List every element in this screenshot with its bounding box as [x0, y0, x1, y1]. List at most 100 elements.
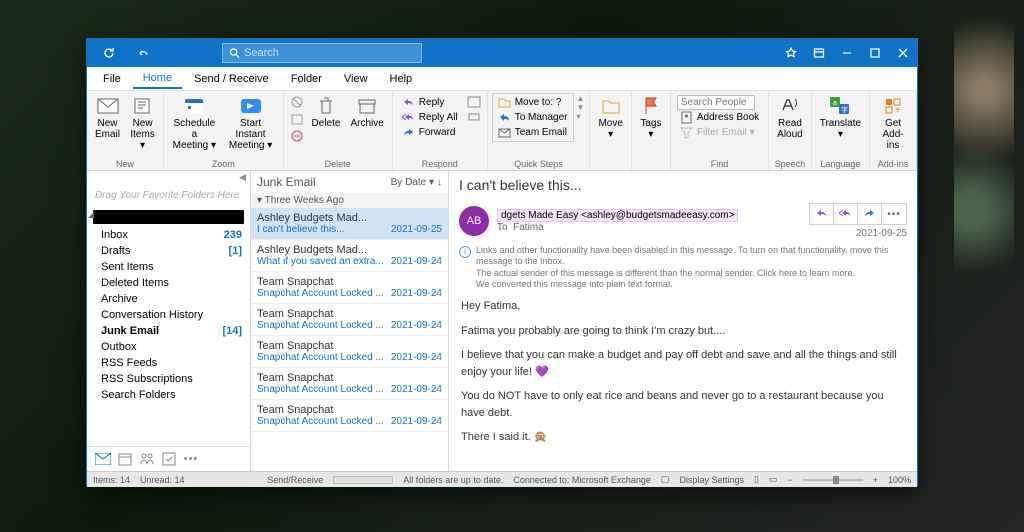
mail-view-icon[interactable]	[95, 451, 111, 467]
msglist-sort[interactable]: By Date ▾↓	[391, 177, 442, 188]
folder-item[interactable]: Search Folders	[87, 387, 250, 403]
reply-button[interactable]: Reply	[399, 95, 461, 110]
message-item[interactable]: Team SnapchatSnapchat Account Locked ...…	[251, 304, 448, 336]
svg-text:a: a	[833, 100, 837, 107]
message-item[interactable]: Team SnapchatSnapchat Account Locked ...…	[251, 272, 448, 304]
folder-item[interactable]: Drafts[1]	[87, 243, 250, 259]
msg-from: Ashley Budgets Mad...	[257, 244, 442, 256]
start-meeting-button[interactable]: Start Instant Meeting ▾	[223, 93, 279, 153]
folder-item[interactable]: RSS Subscriptions	[87, 371, 250, 387]
search-people-input[interactable]	[677, 95, 755, 110]
message-item[interactable]: Team SnapchatSnapchat Account Locked ...…	[251, 336, 448, 368]
translate-button[interactable]: a字Translate ▾	[816, 93, 865, 142]
new-items-button[interactable]: New Items ▾	[126, 93, 159, 153]
zoom-slider[interactable]	[803, 479, 863, 481]
info-text-1: Links and other functionality have been …	[476, 245, 907, 268]
status-display[interactable]: Display Settings	[679, 475, 744, 485]
display-settings-icon[interactable]: ▢	[661, 474, 670, 485]
quickstep-up-icon[interactable]: ▲	[577, 94, 585, 103]
view-normal-icon[interactable]: ▯	[754, 474, 759, 485]
archive-icon	[357, 97, 377, 115]
menu-send-receive[interactable]: Send / Receive	[184, 70, 279, 88]
zoom-in-icon[interactable]: +	[873, 475, 878, 485]
more-actions[interactable]: •••	[882, 204, 906, 224]
menu-folder[interactable]: Folder	[281, 70, 332, 88]
forward-action[interactable]	[858, 204, 882, 224]
reply-action[interactable]	[810, 204, 834, 224]
new-email-button[interactable]: New Email	[91, 93, 124, 142]
message-item[interactable]: Team SnapchatSnapchat Account Locked ...…	[251, 400, 448, 432]
titlebar-search[interactable]	[222, 43, 422, 63]
junk-icon[interactable]	[290, 129, 304, 143]
maximize-button[interactable]	[861, 39, 889, 67]
ribbon-group-tags: Tags ▾	[632, 91, 671, 170]
folder-item[interactable]: Conversation History	[87, 307, 250, 323]
folder-item[interactable]: Junk Email[14]	[87, 323, 250, 339]
quickstep-moveto[interactable]: Move to: ?	[495, 95, 571, 110]
folder-item[interactable]: Archive	[87, 291, 250, 307]
folder-label: Drafts	[101, 245, 130, 257]
more-views-icon[interactable]: •••	[183, 451, 199, 467]
message-item[interactable]: Team SnapchatSnapchat Account Locked ...…	[251, 368, 448, 400]
archive-button[interactable]: Archive	[346, 93, 387, 131]
zoom-out-icon[interactable]: −	[787, 475, 792, 485]
message-item[interactable]: Ashley Budgets Mad...What if you saved a…	[251, 240, 448, 272]
reply-all-action[interactable]	[834, 204, 858, 224]
msg-from: Ashley Budgets Mad...	[257, 212, 442, 224]
content-area: ◀ Drag Your Favorite Folders Here Inbox2…	[87, 171, 917, 471]
calendar-view-icon[interactable]	[117, 451, 133, 467]
msg-from: Team Snapchat	[257, 404, 442, 416]
menu-help[interactable]: Help	[380, 70, 423, 88]
folder-item[interactable]: Deleted Items	[87, 275, 250, 291]
address-book-button[interactable]: Address Book	[677, 110, 762, 125]
quickstep-tomanager[interactable]: To Manager	[495, 110, 571, 125]
msglist-group-header[interactable]: ▾ Three Weeks Ago	[251, 193, 448, 208]
tasks-view-icon[interactable]	[161, 451, 177, 467]
read-aloud-button[interactable]: Read Aloud	[773, 93, 807, 142]
favorites-hint: Drag Your Favorite Folders Here	[87, 184, 250, 207]
folder-item[interactable]: RSS Feeds	[87, 355, 250, 371]
status-unread: Unread: 14	[140, 475, 185, 485]
ribbon-group-respond: Reply Reply All Forward Respond	[393, 91, 488, 170]
coming-soon-icon[interactable]	[777, 39, 805, 67]
addins-icon: +	[883, 96, 903, 116]
folder-item[interactable]: Outbox	[87, 339, 250, 355]
filter-email-button[interactable]: Filter Email ▾	[677, 125, 762, 140]
msg-subject: Snapchat Account Locked ...	[257, 416, 384, 427]
search-input[interactable]	[244, 47, 415, 59]
quickstep-more-icon[interactable]: ▾	[577, 112, 585, 121]
folder-label: Junk Email	[101, 325, 159, 337]
forward-button[interactable]: Forward	[399, 125, 461, 140]
info-bar[interactable]: i Links and other functionality have bee…	[449, 243, 917, 292]
quickstep-down-icon[interactable]: ▼	[577, 103, 585, 112]
undo-icon[interactable]	[129, 39, 157, 67]
collapse-folder-pane-icon[interactable]: ◀	[87, 171, 250, 184]
meeting-icon[interactable]	[467, 95, 481, 109]
sync-icon[interactable]	[95, 39, 123, 67]
people-view-icon[interactable]	[139, 451, 155, 467]
close-button[interactable]	[889, 39, 917, 67]
reply-all-button[interactable]: Reply All	[399, 110, 461, 125]
tags-button[interactable]: Tags ▾	[636, 93, 666, 142]
menu-file[interactable]: File	[93, 70, 131, 88]
menu-view[interactable]: View	[334, 70, 378, 88]
minimize-button[interactable]	[833, 39, 861, 67]
read-aloud-icon	[780, 96, 800, 116]
get-addins-button[interactable]: +Get Add-ins	[874, 93, 912, 153]
account-header[interactable]	[93, 210, 244, 224]
folder-item[interactable]: Inbox239	[87, 227, 250, 243]
cleanup-icon[interactable]	[290, 112, 304, 126]
move-button[interactable]: Move ▾	[594, 93, 626, 142]
view-reading-icon[interactable]: ▭	[769, 474, 778, 485]
ribbon-mode-icon[interactable]	[805, 39, 833, 67]
schedule-meeting-button[interactable]: Schedule a Meeting ▾	[168, 93, 220, 153]
delete-button[interactable]: Delete	[308, 93, 345, 131]
ignore-icon[interactable]	[290, 95, 304, 109]
message-item[interactable]: Ashley Budgets Mad...I can't believe thi…	[251, 208, 448, 240]
folder-item[interactable]: Sent Items	[87, 259, 250, 275]
quickstep-teamemail[interactable]: Team Email	[495, 125, 571, 140]
msg-subject: Snapchat Account Locked ...	[257, 320, 384, 331]
flag-icon	[642, 96, 660, 116]
more-respond-icon[interactable]	[467, 109, 481, 123]
menu-home[interactable]: Home	[133, 69, 182, 89]
